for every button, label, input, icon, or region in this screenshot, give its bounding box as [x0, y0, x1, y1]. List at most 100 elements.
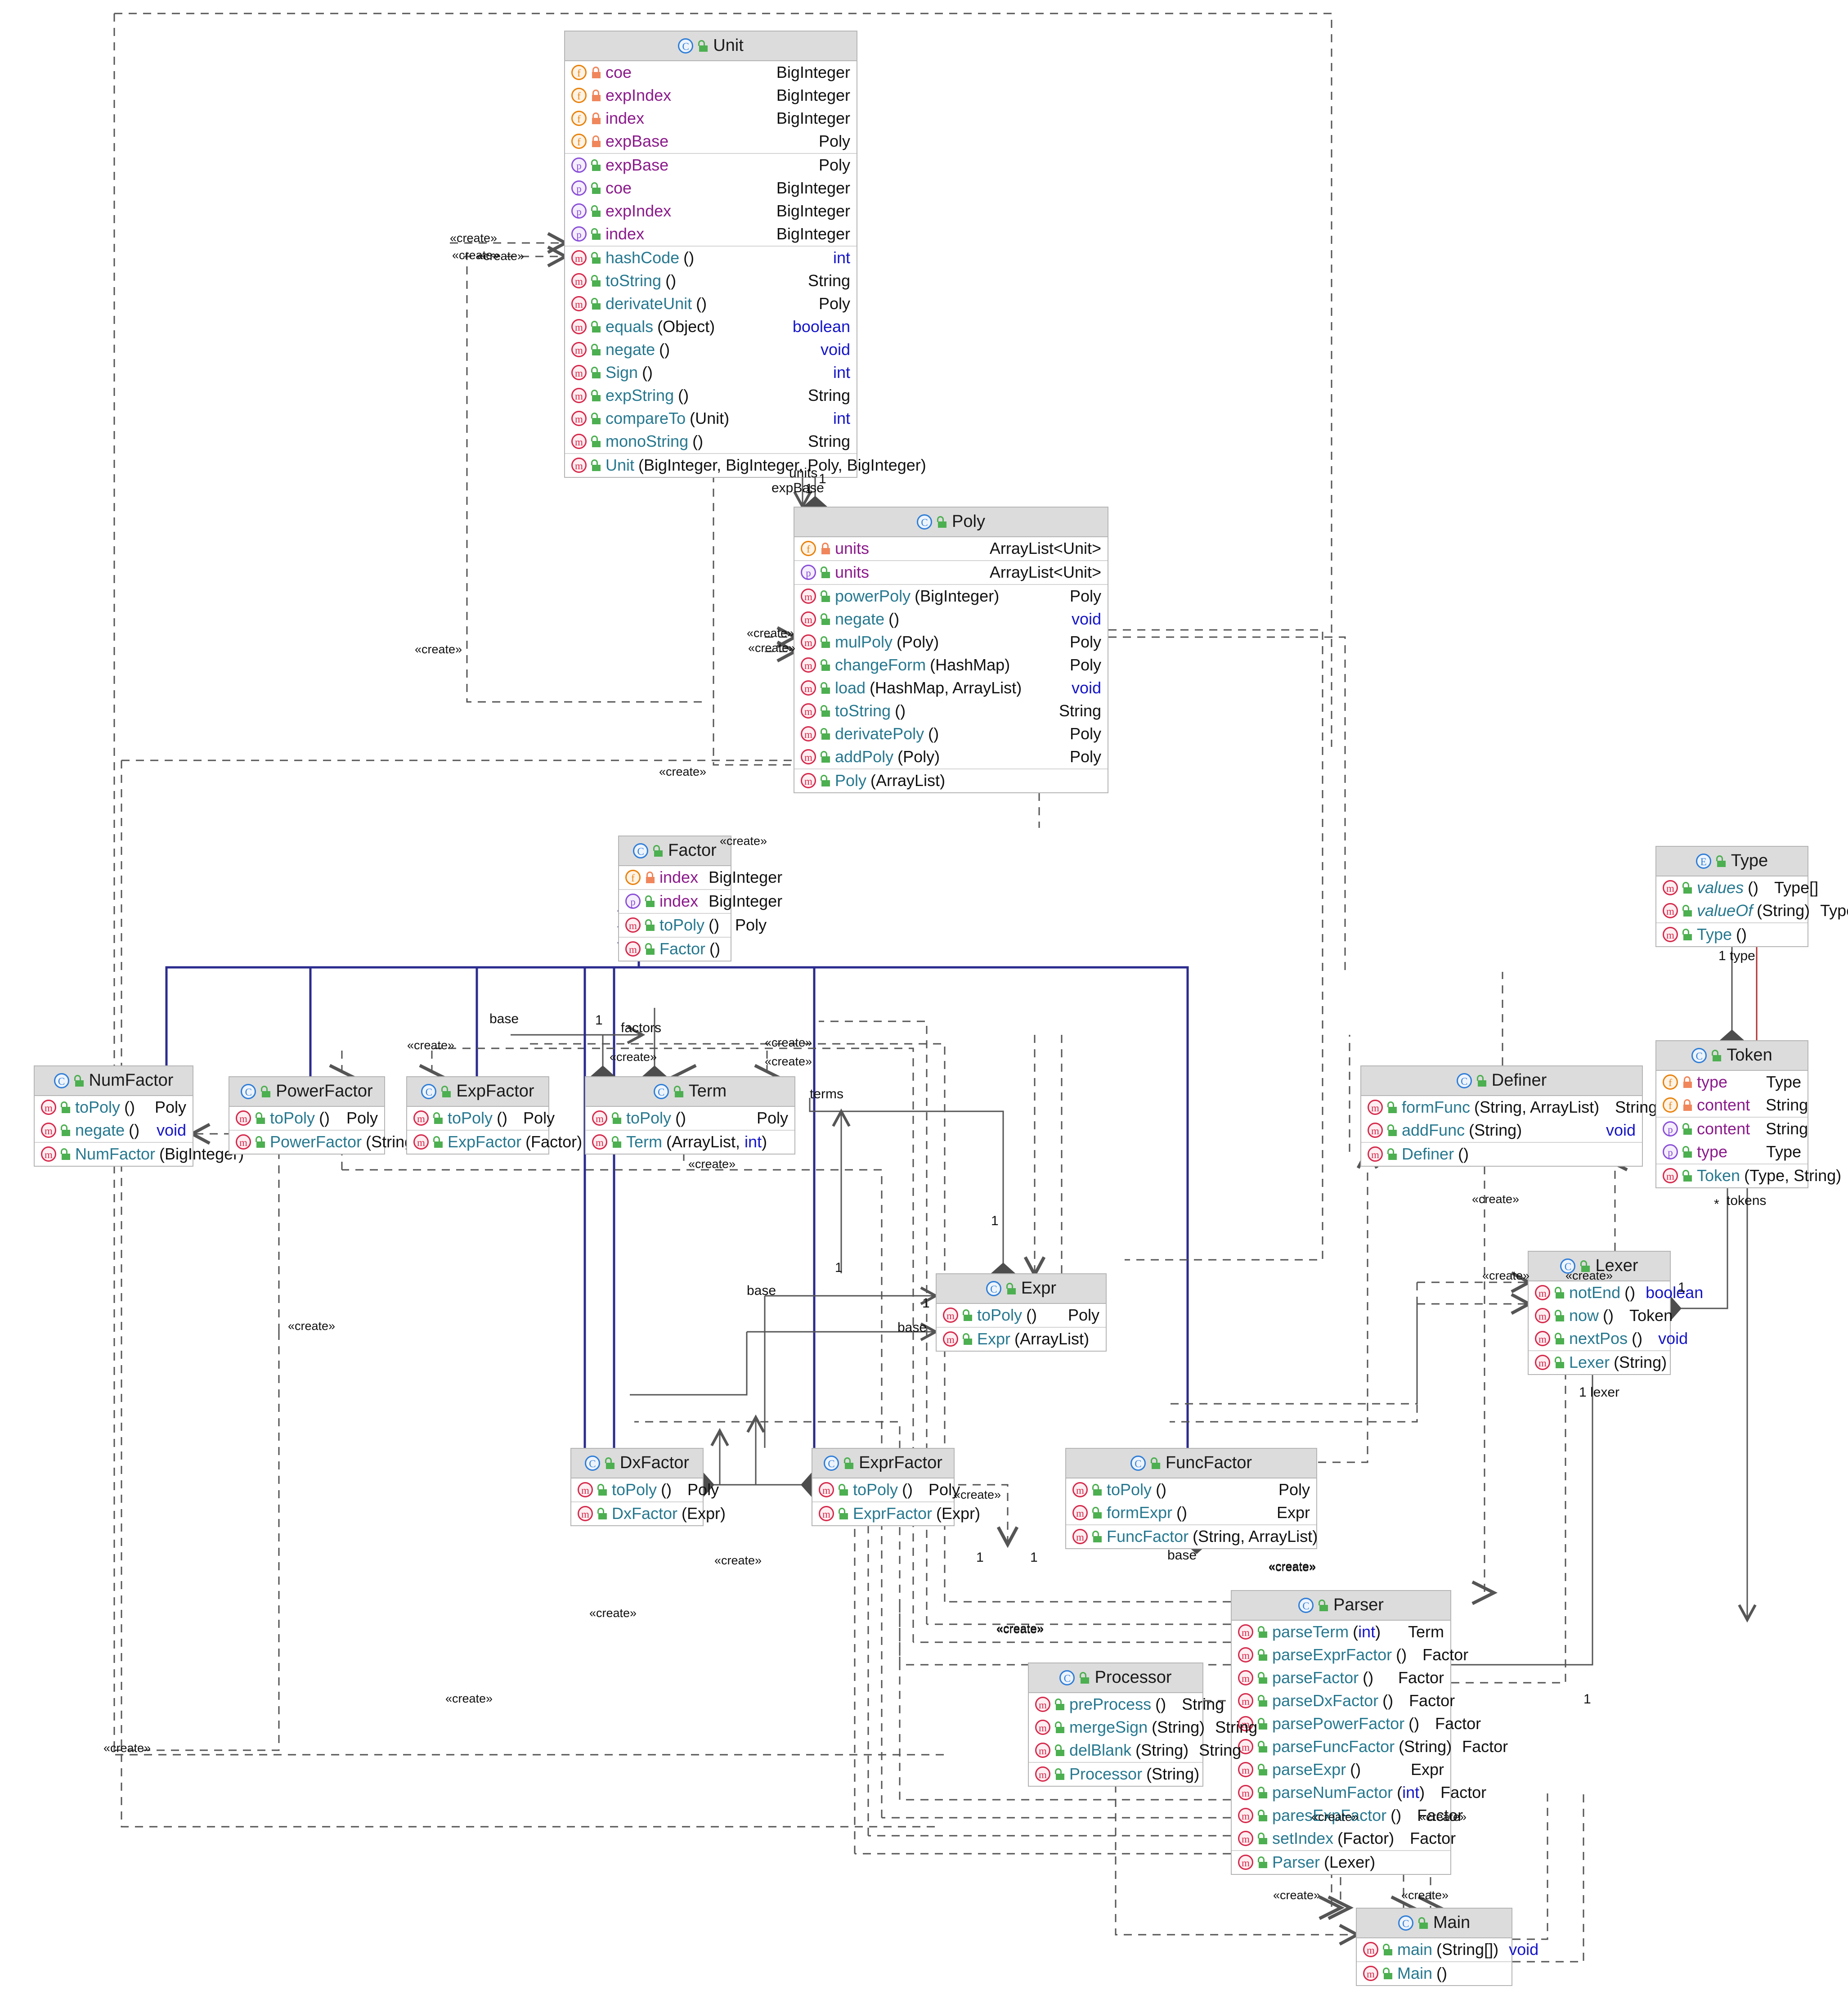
class-member[interactable]: m Expr (ArrayList): [937, 1328, 1106, 1351]
class-member[interactable]: m parseNumFactor (int) Factor: [1232, 1781, 1486, 1804]
class-member[interactable]: m parseDxFactor() Factor: [1232, 1689, 1455, 1712]
class-member[interactable]: m toPoly() Poly: [571, 1478, 719, 1501]
class-member[interactable]: m parseFuncFactor (String) Factor: [1232, 1735, 1508, 1758]
class-member[interactable]: m toString() String: [794, 700, 1108, 723]
uml-class-poly[interactable]: C Poly f units ArrayList<Unit> p units ArrayLis…: [794, 507, 1108, 793]
uml-class-expr[interactable]: C Expr m toPoly() Poly m Expr (ArrayList): [936, 1273, 1107, 1352]
class-member[interactable]: m toPoly() Poly: [937, 1304, 1106, 1327]
class-member[interactable]: m derivatePoly() Poly: [794, 723, 1108, 746]
class-member[interactable]: m ExpFactor (Factor): [407, 1131, 582, 1154]
class-member[interactable]: p index BigInteger: [619, 890, 782, 913]
class-member[interactable]: m toString() String: [565, 270, 857, 292]
class-member[interactable]: p units ArrayList<Unit>: [794, 561, 1108, 584]
class-member[interactable]: m preProcess() String: [1029, 1693, 1224, 1716]
uml-class-definer[interactable]: C Definer m formFunc (String, ArrayList) Stri…: [1360, 1065, 1657, 1167]
uml-class-term[interactable]: C Term m toPoly() Poly m Term (ArrayList, int): [585, 1076, 795, 1155]
class-member[interactable]: m setIndex (Factor) Factor: [1232, 1827, 1456, 1850]
class-member[interactable]: m parseFactor() Factor: [1232, 1667, 1450, 1689]
class-member[interactable]: m changeForm (HashMap) Poly: [794, 654, 1108, 677]
class-member[interactable]: m toPoly() Poly: [619, 914, 767, 937]
member-name: ExprFactor: [853, 1504, 933, 1523]
class-member[interactable]: m DxFactor (Expr): [571, 1502, 726, 1525]
class-member[interactable]: p content String: [1656, 1118, 1808, 1141]
class-member[interactable]: m parseExprFactor() Factor: [1232, 1644, 1468, 1667]
class-member[interactable]: m Lexer (String): [1529, 1351, 1670, 1374]
class-member[interactable]: m toPoly() Poly: [812, 1478, 960, 1501]
uml-class-exprfactor[interactable]: C ExprFactor m toPoly() Poly m ExprFactor (Expr…: [812, 1448, 980, 1526]
class-member[interactable]: m toPoly() Poly: [586, 1107, 794, 1130]
class-member[interactable]: m negate() void: [565, 338, 857, 361]
class-member[interactable]: f index BigInteger: [619, 866, 782, 889]
class-member[interactable]: f expIndex BigInteger: [565, 84, 857, 107]
uml-class-unit[interactable]: C Unit f coe BigInteger f expIndex BigInteger f i…: [564, 31, 926, 478]
class-member[interactable]: m toPoly() Poly: [35, 1096, 193, 1119]
uml-class-numfactor[interactable]: C NumFactor m toPoly() Poly m negate() void m Num…: [34, 1065, 244, 1167]
uml-class-parser[interactable]: C Parser m parseTerm (int) Term m parseExprFact…: [1231, 1590, 1508, 1875]
class-member[interactable]: m monoString() String: [565, 430, 857, 453]
class-member[interactable]: m Factor(): [619, 938, 731, 961]
class-member[interactable]: m Sign() int: [565, 361, 857, 384]
class-member[interactable]: m toPoly() Poly: [229, 1107, 384, 1130]
uml-class-processor[interactable]: C Processor m preProcess() String m mergeSign(…: [1028, 1663, 1257, 1787]
class-member[interactable]: m derivateUnit() Poly: [565, 292, 857, 315]
class-member[interactable]: m toPoly() Poly: [1066, 1478, 1316, 1501]
class-member[interactable]: f units ArrayList<Unit>: [794, 537, 1108, 560]
class-member[interactable]: m equals (Object) boolean: [565, 315, 857, 338]
class-member[interactable]: m parseExpr() Expr: [1232, 1758, 1450, 1781]
class-member[interactable]: m negate() void: [35, 1119, 193, 1142]
class-member[interactable]: m hashCode() int: [565, 247, 857, 270]
class-member[interactable]: m Token (Type, String): [1656, 1164, 1841, 1187]
class-member[interactable]: p expIndex BigInteger: [565, 200, 857, 223]
class-member[interactable]: p expBase Poly: [565, 154, 857, 177]
class-member[interactable]: m now() Token: [1529, 1304, 1673, 1327]
class-member[interactable]: f expBase Poly: [565, 130, 857, 153]
class-member[interactable]: m PowerFactor (String): [229, 1131, 419, 1154]
uml-class-type[interactable]: ETypemvalues()Type[]mvalueOf(String)Type…: [1655, 846, 1848, 947]
class-member[interactable]: m NumFactor (BigInteger): [35, 1143, 244, 1166]
class-member[interactable]: m mergeSign (String) String: [1029, 1716, 1257, 1739]
class-member[interactable]: m Parser (Lexer): [1232, 1851, 1450, 1874]
class-member[interactable]: m delBlank (String) String: [1029, 1739, 1241, 1762]
class-member[interactable]: m load (HashMap, ArrayList) void: [794, 677, 1108, 700]
uml-class-dxfactor[interactable]: C DxFactor m toPoly() Poly m DxFactor (Expr): [570, 1448, 726, 1526]
class-member[interactable]: m addFunc (String) void: [1361, 1119, 1642, 1142]
class-member[interactable]: m expString() String: [565, 384, 857, 407]
class-member[interactable]: f index BigInteger: [565, 107, 857, 130]
class-member[interactable]: m mulPoly (Poly) Poly: [794, 631, 1108, 654]
edge-label-lbl-1type: 1 type: [1718, 948, 1755, 963]
class-member[interactable]: p coe BigInteger: [565, 177, 857, 200]
class-member[interactable]: m negate() void: [794, 608, 1108, 631]
class-member[interactable]: m notEnd() boolean: [1529, 1281, 1703, 1304]
uml-class-expfactor[interactable]: C ExpFactor m toPoly() Poly m ExpFactor (Factor…: [406, 1076, 582, 1155]
class-member[interactable]: m Term (ArrayList, int): [586, 1131, 794, 1154]
uml-class-factor[interactable]: C Factor f index BigInteger p index BigInteger m…: [618, 836, 782, 962]
uml-class-powerfactor[interactable]: C PowerFactor m toPoly() Poly m PowerFactor (St…: [229, 1076, 419, 1155]
class-member[interactable]: f coe BigInteger: [565, 61, 857, 84]
uml-class-funcfactor[interactable]: C FuncFactor m toPoly() Poly m formExpr() Expr m…: [1065, 1448, 1318, 1549]
class-member[interactable]: m values() Type[]: [1656, 876, 1818, 899]
class-member[interactable]: m FuncFactor (String, ArrayList): [1066, 1525, 1318, 1548]
class-member[interactable]: m main (String[]) void: [1357, 1938, 1539, 1961]
class-member[interactable]: m formFunc (String, ArrayList) String: [1361, 1096, 1657, 1119]
class-member[interactable]: p index BigInteger: [565, 223, 857, 246]
class-member[interactable]: m Poly (ArrayList): [794, 769, 1108, 792]
uml-class-token[interactable]: C Token f type Type f content String p content Str…: [1655, 1040, 1841, 1188]
class-member[interactable]: f content String: [1656, 1094, 1808, 1117]
class-member[interactable]: f type Type: [1656, 1071, 1808, 1094]
class-member[interactable]: m parseTerm (int) Term: [1232, 1621, 1450, 1644]
class-member[interactable]: m nextPos() void: [1529, 1327, 1688, 1350]
class-member[interactable]: m powerPoly (BigInteger) Poly: [794, 585, 1108, 608]
class-member[interactable]: p type Type: [1656, 1141, 1808, 1164]
class-member[interactable]: m Type(): [1656, 923, 1808, 946]
class-member[interactable]: m Main(): [1357, 1962, 1512, 1985]
class-member[interactable]: m formExpr() Expr: [1066, 1501, 1316, 1524]
class-member[interactable]: m compareTo (Unit) int: [565, 407, 857, 430]
class-member[interactable]: m parsePowerFactor() Factor: [1232, 1712, 1481, 1735]
class-member[interactable]: m addPoly (Poly) Poly: [794, 746, 1108, 768]
class-member[interactable]: m Definer(): [1361, 1143, 1642, 1166]
class-member[interactable]: m ExprFactor (Expr): [812, 1502, 980, 1525]
class-member[interactable]: m valueOf(String) Type: [1656, 899, 1848, 922]
class-member[interactable]: m Processor (String): [1029, 1763, 1202, 1786]
uml-class-main[interactable]: C Main m main (String[]) void m Main(): [1356, 1908, 1539, 1986]
class-member[interactable]: m toPoly() Poly: [407, 1107, 555, 1130]
